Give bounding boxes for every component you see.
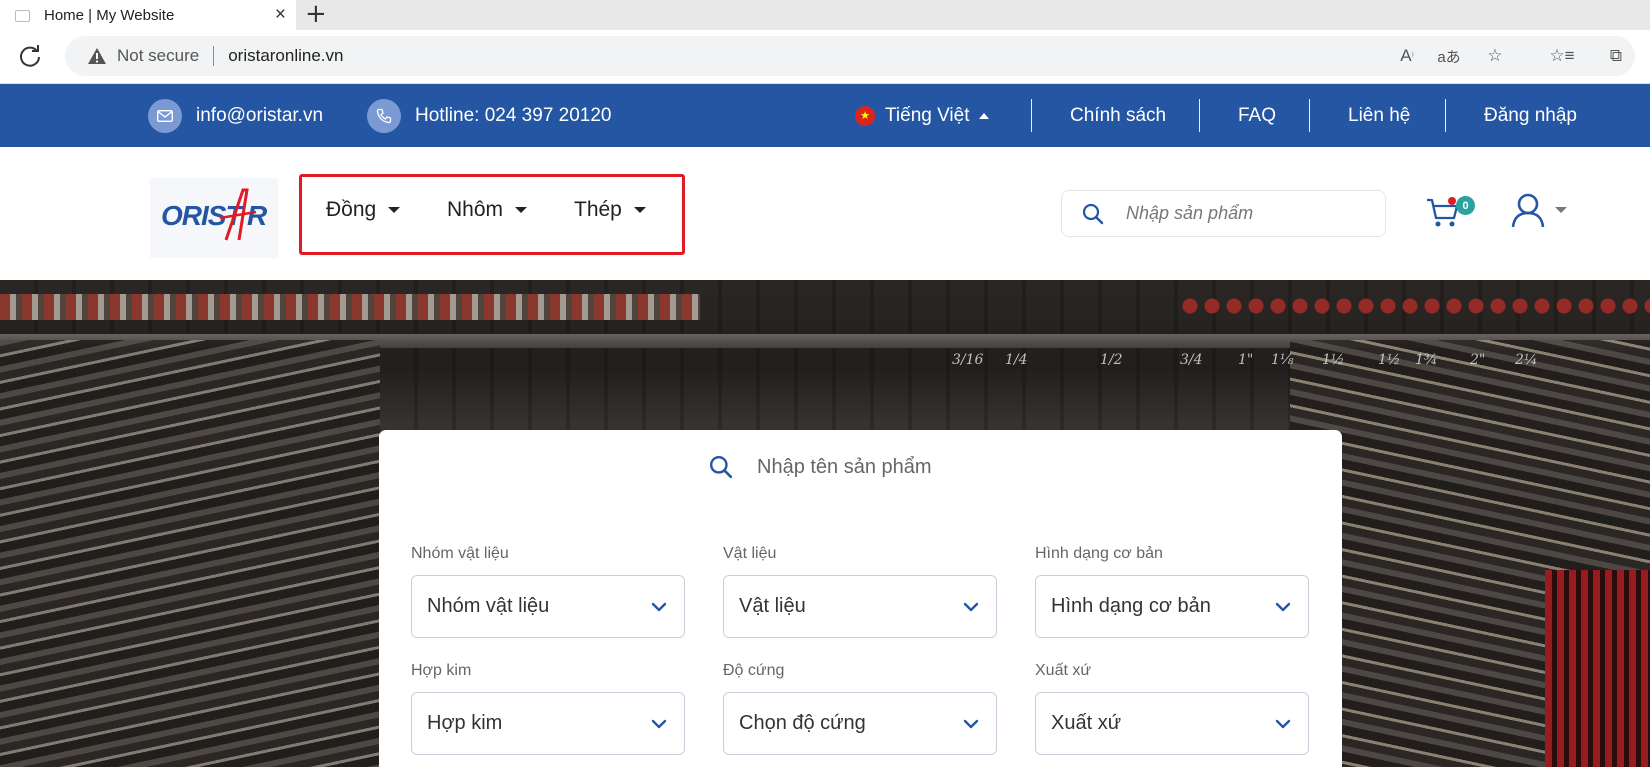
product-filter-card: Nhóm vật liệu Nhóm vật liệu Vật liệu Vật…	[379, 430, 1342, 767]
alloy-label: Hợp kim	[411, 662, 472, 679]
select-value: Xuất xứ	[1051, 712, 1122, 734]
svg-text:R: R	[247, 200, 268, 231]
divider	[1445, 99, 1446, 132]
select-value: Chọn độ cứng	[739, 712, 866, 734]
email-text: info@oristar.vn	[196, 104, 324, 126]
user-account-icon[interactable]	[1510, 192, 1546, 228]
shelf-size-label: 3/16	[952, 352, 984, 368]
product-search[interactable]	[709, 455, 1057, 479]
shelf-size-label: 3/4	[1180, 352, 1203, 368]
favorites-icon[interactable]: ☆≡	[1549, 43, 1575, 69]
vietnam-flag-icon: ★	[855, 105, 875, 126]
select-value: Hình dạng cơ bản	[1051, 595, 1211, 617]
language-label: Tiếng Việt	[885, 104, 970, 126]
link-contact[interactable]: Liên hệ	[1348, 84, 1410, 147]
select-value: Hợp kim	[427, 712, 503, 734]
material-group-select[interactable]: Nhóm vật liệu	[411, 575, 685, 638]
shelf-size-label: 1½	[1378, 352, 1401, 368]
search-icon[interactable]	[709, 455, 733, 479]
shelf-size-label: 1/2	[1100, 352, 1123, 368]
account-caret-down-icon[interactable]	[1555, 207, 1567, 213]
header-search[interactable]	[1061, 190, 1386, 237]
caret-down-icon	[515, 207, 528, 213]
nav-item-steel[interactable]: Thép	[574, 198, 646, 222]
cart-notification-dot	[1448, 197, 1456, 205]
omnibox-divider	[213, 46, 215, 66]
chevron-down-icon	[963, 602, 979, 612]
header-search-input[interactable]	[1126, 203, 1376, 224]
site-logo[interactable]: ORIST R	[150, 178, 278, 258]
select-value: Nhóm vật liệu	[427, 595, 550, 617]
chevron-down-icon	[963, 719, 979, 729]
close-tab-icon[interactable]: ×	[275, 5, 286, 24]
hotline-text: Hotline: 024 397 20120	[415, 104, 612, 126]
caret-down-icon	[388, 207, 401, 213]
search-icon[interactable]	[1082, 203, 1104, 225]
alloy-select[interactable]: Hợp kim	[411, 692, 685, 755]
material-group-label: Nhóm vật liệu	[411, 545, 509, 562]
browser-address-bar: Not secure oristaronline.vn A ⁾ aあ ☆ ☆≡ ⧉	[0, 30, 1650, 84]
nav-label: Đồng	[326, 198, 377, 221]
tab-title: Home | My Website	[44, 6, 175, 24]
shelf-size-label: 1/4	[1005, 352, 1028, 368]
new-tab-icon[interactable]: +	[305, 1, 327, 27]
browser-tab-bar: Home | My Website × +	[0, 0, 1650, 30]
product-search-input[interactable]	[757, 455, 1057, 479]
nav-label: Thép	[574, 198, 622, 221]
divider	[1031, 99, 1032, 132]
chevron-down-icon	[1275, 602, 1291, 612]
nav-item-copper[interactable]: Đồng	[326, 198, 401, 222]
add-favorite-icon[interactable]: ☆	[1482, 43, 1508, 69]
link-faq[interactable]: FAQ	[1238, 84, 1276, 147]
shelf-size-label: 2"	[1470, 352, 1486, 368]
contact-top-bar: info@oristar.vn Hotline: 024 397 20120 ★…	[0, 84, 1650, 147]
shelf-size-label: 2¼	[1515, 352, 1538, 368]
material-select[interactable]: Vật liệu	[723, 575, 997, 638]
language-switcher[interactable]: ★ Tiếng Việt	[855, 84, 989, 147]
caret-up-icon	[978, 112, 989, 119]
divider	[1199, 99, 1200, 132]
warning-icon[interactable]	[87, 47, 107, 65]
security-label[interactable]: Not secure	[117, 46, 199, 66]
cart-count-badge: 0	[1456, 196, 1475, 215]
origin-select[interactable]: Xuất xứ	[1035, 692, 1309, 755]
shelf-size-label: 1¾	[1415, 352, 1438, 368]
collections-icon[interactable]: ⧉	[1603, 43, 1629, 69]
nav-label: Nhôm	[447, 198, 504, 221]
select-value: Vật liệu	[739, 595, 806, 617]
basic-shape-select[interactable]: Hình dạng cơ bản	[1035, 575, 1309, 638]
caret-down-icon	[633, 207, 646, 213]
shelf-size-label: 1⅛	[1271, 352, 1294, 368]
divider	[1309, 99, 1310, 132]
chevron-down-icon	[1275, 719, 1291, 729]
page-favicon-icon	[14, 8, 30, 22]
origin-label: Xuất xứ	[1035, 662, 1092, 679]
chevron-down-icon	[651, 602, 667, 612]
hotline-link[interactable]: Hotline: 024 397 20120	[367, 84, 612, 147]
phone-icon	[367, 98, 401, 133]
email-link[interactable]: info@oristar.vn	[148, 84, 323, 147]
shelf-size-label: 1"	[1238, 352, 1254, 368]
hardness-label: Độ cứng	[723, 662, 785, 679]
nav-item-aluminum[interactable]: Nhôm	[447, 198, 528, 222]
hardness-select[interactable]: Chọn độ cứng	[723, 692, 997, 755]
read-aloud-icon[interactable]: A ⁾	[1394, 43, 1420, 69]
link-policy[interactable]: Chính sách	[1070, 84, 1166, 147]
shelf-size-label: 1½	[1322, 352, 1345, 368]
translate-icon[interactable]: aあ	[1436, 43, 1462, 69]
link-login[interactable]: Đăng nhập	[1484, 84, 1577, 147]
mail-icon	[148, 98, 182, 133]
browser-tab[interactable]: Home | My Website ×	[0, 0, 296, 30]
basic-shape-label: Hình dạng cơ bản	[1035, 545, 1163, 562]
reload-icon[interactable]	[17, 43, 43, 69]
chevron-down-icon	[651, 719, 667, 729]
url-text[interactable]: oristaronline.vn	[228, 46, 343, 66]
material-label: Vật liệu	[723, 545, 777, 562]
oristar-logo-icon: ORIST R	[161, 188, 268, 241]
